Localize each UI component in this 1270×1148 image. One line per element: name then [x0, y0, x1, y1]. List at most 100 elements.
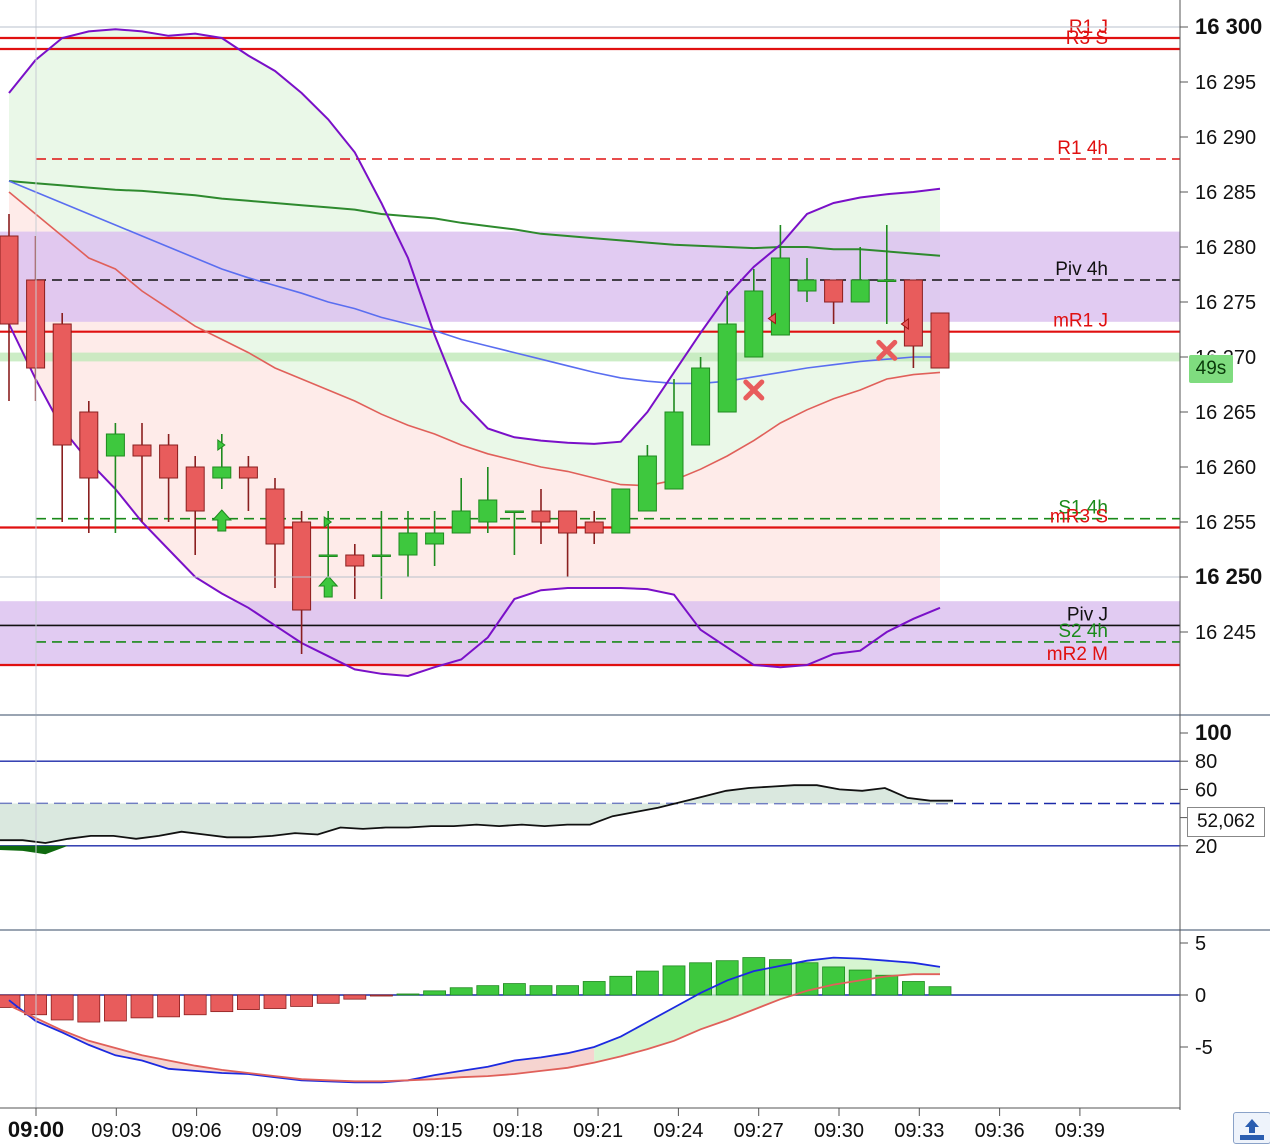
price-tick-label: 16 265: [1195, 402, 1256, 424]
candle-body: [292, 521, 312, 611]
candle-body: [850, 279, 870, 303]
macd-bar: [210, 994, 234, 1013]
candle-body: [318, 554, 338, 557]
macd-bar: [742, 957, 766, 996]
candle-body: [185, 466, 205, 512]
rsi-tick-label: 100: [1195, 720, 1232, 745]
rsi-pane: 10080604020: [0, 720, 1232, 858]
candle-body: [504, 510, 524, 513]
macd-bar: [556, 985, 579, 996]
macd-pane: 5 0 -5: [0, 933, 1213, 1084]
price-tick-label: 16 300: [1195, 14, 1262, 39]
price-marker-band: [0, 352, 1180, 362]
macd-bar: [423, 990, 447, 996]
price-tick-label: 16 245: [1195, 622, 1256, 644]
time-tick-label: 09:18: [493, 1120, 543, 1142]
candle-body: [903, 279, 923, 347]
candle-body: [797, 279, 817, 292]
macd-bar: [130, 994, 154, 1019]
time-tick-label: 09:06: [172, 1120, 222, 1142]
time-tick-label: 09:33: [894, 1120, 944, 1142]
macd-tick-label: -5: [1195, 1037, 1213, 1059]
macd-bar: [662, 965, 686, 996]
level-label-6: mR3 S: [1050, 507, 1108, 528]
macd-bar: [157, 994, 181, 1018]
candle-body: [425, 532, 445, 545]
candle-body: [398, 532, 418, 556]
candle-body: [611, 488, 631, 534]
candle-body: [159, 444, 179, 479]
macd-bar: [316, 994, 340, 1004]
candle-body: [79, 411, 99, 479]
candle-body: [238, 466, 258, 479]
macd-bar: [902, 981, 925, 996]
macd-bar: [928, 986, 952, 996]
candle-body: [371, 554, 391, 557]
rsi-tick-label: 80: [1195, 751, 1217, 773]
time-tick-label: 09:27: [734, 1120, 784, 1142]
time-tick-label: 09:30: [814, 1120, 864, 1142]
candle-body: [717, 323, 737, 413]
level-label-8: S2 4h: [1058, 621, 1108, 642]
macd-bar: [502, 983, 526, 996]
rsi-oversold-fill: [0, 845, 69, 855]
price-tick-label: 16 250: [1195, 564, 1262, 589]
candle-body: [478, 499, 498, 523]
time-axis: 09:00 09:03 09:06 09:09 09:12 09:15 09:18 09:21…: [8, 1108, 1105, 1142]
navigate-up-button[interactable]: [1233, 1112, 1270, 1144]
candle-body: [52, 323, 72, 446]
candle-body: [744, 290, 764, 358]
candle-body: [877, 279, 897, 282]
level-label-4: mR1 J: [1053, 311, 1108, 332]
price-tick-label: 16 275: [1195, 292, 1256, 314]
candle-body: [558, 510, 578, 534]
level-label-1: R3 S: [1066, 28, 1108, 49]
navigate-up-icon: [1240, 1119, 1264, 1140]
macd-bar: [236, 994, 260, 1010]
candle-body: [212, 466, 232, 479]
macd-bar: [104, 994, 127, 1022]
candle-body: [637, 455, 657, 512]
price-tick-label: 16 260: [1195, 457, 1256, 479]
level-label-3: Piv 4h: [1055, 259, 1108, 280]
time-tick-label: 09:00: [8, 1117, 64, 1142]
macd-bar: [476, 985, 500, 996]
macd-bar: [50, 994, 74, 1021]
candle-body: [132, 444, 152, 457]
macd-tick-label: 5: [1195, 933, 1206, 955]
macd-bar: [369, 994, 393, 997]
macd-tick-label: 0: [1195, 985, 1206, 1007]
macd-bar: [449, 987, 473, 996]
time-tick-label: 09:21: [573, 1120, 623, 1142]
price-tick-label: 16 285: [1195, 182, 1256, 204]
support-zone: [0, 601, 1180, 667]
time-tick-label: 09:12: [332, 1120, 382, 1142]
price-tick-label: 16 255: [1195, 512, 1256, 534]
price-tick-label: 16 280: [1195, 237, 1256, 259]
time-tick-label: 09:09: [252, 1120, 302, 1142]
time-tick-label: 09:39: [1055, 1120, 1105, 1142]
macd-bar: [183, 994, 207, 1016]
level-label-9: mR2 M: [1047, 644, 1108, 665]
candle-body: [824, 279, 844, 303]
macd-bar: [582, 981, 606, 996]
candle-body: [664, 411, 684, 490]
level-label-2: R1 4h: [1057, 138, 1108, 159]
candle-body: [0, 235, 19, 325]
macd-bar: [77, 994, 101, 1023]
time-tick-label: 09:15: [412, 1120, 462, 1142]
price-tick-label: 16 295: [1195, 72, 1256, 94]
macd-bar: [636, 970, 659, 996]
candle-body: [105, 433, 125, 457]
macd-bar: [396, 993, 420, 996]
candle-body: [930, 312, 950, 369]
candle-body: [345, 554, 365, 567]
candle-body: [584, 521, 604, 534]
macd-bar: [529, 985, 553, 996]
candle-body: [451, 510, 471, 534]
time-tick-label: 09:24: [653, 1120, 703, 1142]
rsi-tick-label: 60: [1195, 779, 1217, 801]
rsi-tick-label: 20: [1195, 836, 1217, 858]
candle-body: [770, 257, 790, 336]
trading-chart: R1 JR3 SR1 4hPiv 4hmR1 JS1 4hmR3 SPiv JS…: [0, 0, 1270, 1142]
